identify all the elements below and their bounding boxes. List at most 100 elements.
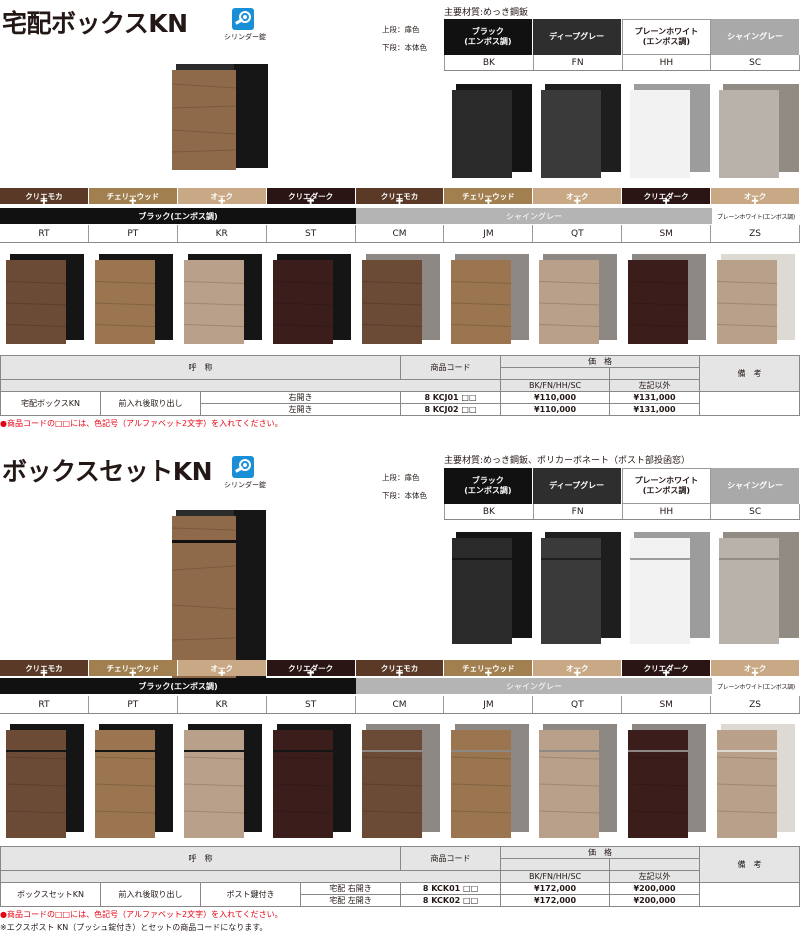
- key-label: シリンダー錠: [224, 481, 266, 489]
- header-price: 価 格: [500, 846, 700, 859]
- door-color-1: チェリーウッド ✚: [88, 660, 178, 679]
- door-color-8: オーク ✚: [711, 660, 800, 679]
- red-note: ●商品コードの□□には、色記号（アルファベット2文字）を入れてください。: [0, 910, 283, 919]
- color-table: ブラック (エンボス調) ディープグレー プレーンホワイト (エンボス調) シャイング…: [444, 468, 800, 520]
- variant-code: CM: [356, 225, 445, 242]
- row-code: 8 KCJ01 □□: [400, 391, 501, 404]
- door-color-0: クリエモカ ✚: [0, 660, 89, 679]
- color-name-fn: ディープグレー: [532, 19, 622, 55]
- plus-icon: ✚: [751, 197, 759, 207]
- plus-icon: ✚: [217, 197, 226, 207]
- variant-box-qt: [539, 724, 618, 838]
- variant-box-sm: [628, 254, 707, 344]
- row-price-standard: ¥110,000: [499, 403, 611, 416]
- door-color-1: チェリーウッド ✚: [88, 188, 178, 207]
- base-shine-gray: シャイングレー: [356, 678, 712, 694]
- price-table: 呼 称 商品コード 価 格 備 考 BK/FN/HH/SC 左記以外 宅配ボック…: [0, 355, 800, 416]
- row-side: 宅配 右開き: [300, 882, 401, 895]
- door-color-7: クリエダーク ✚: [622, 660, 712, 679]
- color-name-sc: シャイングレー: [711, 19, 800, 55]
- variant-box-pt: [94, 724, 173, 838]
- plus-icon: ✚: [395, 197, 404, 207]
- variant-code: ST: [267, 225, 356, 242]
- foot-note: ※エクスポスト KN（プッシュ錠付き）とセットの商品コードになります。: [0, 923, 268, 932]
- box-image-sc: [719, 84, 799, 178]
- color-code: HH: [623, 504, 712, 519]
- variant-code: ZS: [711, 696, 800, 713]
- variant-code: ST: [267, 696, 356, 713]
- upper-note: 上段：扉色: [382, 473, 420, 482]
- section-box-set: ボックスセットKN シリンダー錠 上段：扉色 下段：本体色 主要材質:めっき鋼鈑…: [0, 448, 800, 940]
- plus-icon: ✚: [662, 197, 670, 207]
- header-price: 価 格: [500, 355, 700, 368]
- plus-icon: ✚: [306, 197, 315, 207]
- variant-code: PT: [89, 696, 178, 713]
- color-name-hh: プレーンホワイト (エンボス調): [621, 468, 712, 504]
- variant-code: JM: [444, 696, 534, 713]
- plus-icon: ✚: [484, 197, 493, 207]
- box-image-fn: [541, 532, 621, 644]
- door-color-0: クリエモカ ✚: [0, 188, 89, 207]
- door-color-5: チェリーウッド ✚: [444, 660, 534, 679]
- header-sub-standard: BK/FN/HH/SC: [499, 379, 611, 392]
- header-remarks: 備 考: [699, 355, 800, 392]
- base-plain-white: プレーンホワイト(エンボス調): [712, 208, 800, 224]
- header-sub-other: 左記以外: [609, 379, 700, 392]
- color-name-fn: ディープグレー: [532, 468, 622, 504]
- row-code: 8 KCK02 □□: [400, 894, 501, 907]
- box-image-bk: [452, 532, 532, 644]
- header-name: 呼 称: [0, 355, 401, 380]
- door-color-4: クリエモカ ✚: [355, 188, 445, 207]
- door-color-3: クリエダーク ✚: [266, 660, 356, 679]
- color-name-sc: シャイングレー: [711, 468, 800, 504]
- lower-note: 下段：本体色: [382, 491, 427, 500]
- plus-icon: ✚: [129, 197, 137, 207]
- variant-code: QT: [533, 225, 623, 242]
- key-icon: [232, 8, 254, 30]
- upper-note: 上段：扉色: [382, 25, 420, 34]
- product-title: ボックスセットKN: [2, 457, 213, 486]
- variant-box-rt: [5, 724, 84, 838]
- row-price-other: ¥131,000: [609, 403, 700, 416]
- variant-box-st: [272, 254, 351, 344]
- material-text: 主要材質:めっき鋼鈑、ポリカーボネート（ポスト部投函窓）: [444, 456, 691, 466]
- box-image-hh: [630, 532, 710, 644]
- variant-code: QT: [533, 696, 623, 713]
- base-shine-gray: シャイングレー: [356, 208, 712, 224]
- door-color-2: オーク ✚: [177, 188, 267, 207]
- variant-code: CM: [356, 696, 445, 713]
- door-color-6: オーク ✚: [533, 660, 623, 679]
- row-code: 8 KCK01 □□: [400, 882, 501, 895]
- color-code: FN: [534, 504, 623, 519]
- hero-box-image: [168, 64, 268, 174]
- variant-box-sm: [628, 724, 707, 838]
- header-name: 呼 称: [0, 846, 401, 871]
- color-name-bk: ブラック (エンボス調): [444, 468, 533, 504]
- header-sub-standard: BK/FN/HH/SC: [499, 870, 611, 883]
- color-name-hh: プレーンホワイト (エンボス調): [621, 19, 712, 55]
- key-icon: [232, 456, 254, 478]
- variant-box-zs: [717, 724, 796, 838]
- row-price-other: ¥200,000: [609, 882, 700, 895]
- box-image-bk: [452, 84, 532, 178]
- box-image-sc: [719, 532, 799, 644]
- variant-code: RT: [0, 225, 89, 242]
- variant-box-kr: [183, 724, 262, 838]
- plus-icon: ✚: [573, 197, 582, 207]
- variant-box-cm: [361, 254, 440, 344]
- material-text: 主要材質:めっき鋼鈑: [444, 8, 529, 18]
- door-color-8: オーク ✚: [711, 188, 800, 207]
- color-code: BK: [444, 504, 534, 519]
- row-side: 右開き: [200, 391, 401, 404]
- header-code: 商品コード: [400, 355, 501, 380]
- color-code: HH: [623, 55, 712, 70]
- color-name-bk: ブラック (エンボス調): [444, 19, 533, 55]
- row-price-other: ¥200,000: [609, 894, 700, 907]
- variant-box-jm: [450, 724, 529, 838]
- row-side: 左開き: [200, 403, 401, 416]
- color-code: BK: [444, 55, 534, 70]
- price-table: 呼 称 商品コード 価 格 備 考 BK/FN/HH/SC 左記以外 ボックスセ…: [0, 846, 800, 907]
- color-code: FN: [534, 55, 623, 70]
- base-plain-white: プレーンホワイト(エンボス調): [712, 678, 800, 694]
- variant-box-qt: [539, 254, 618, 344]
